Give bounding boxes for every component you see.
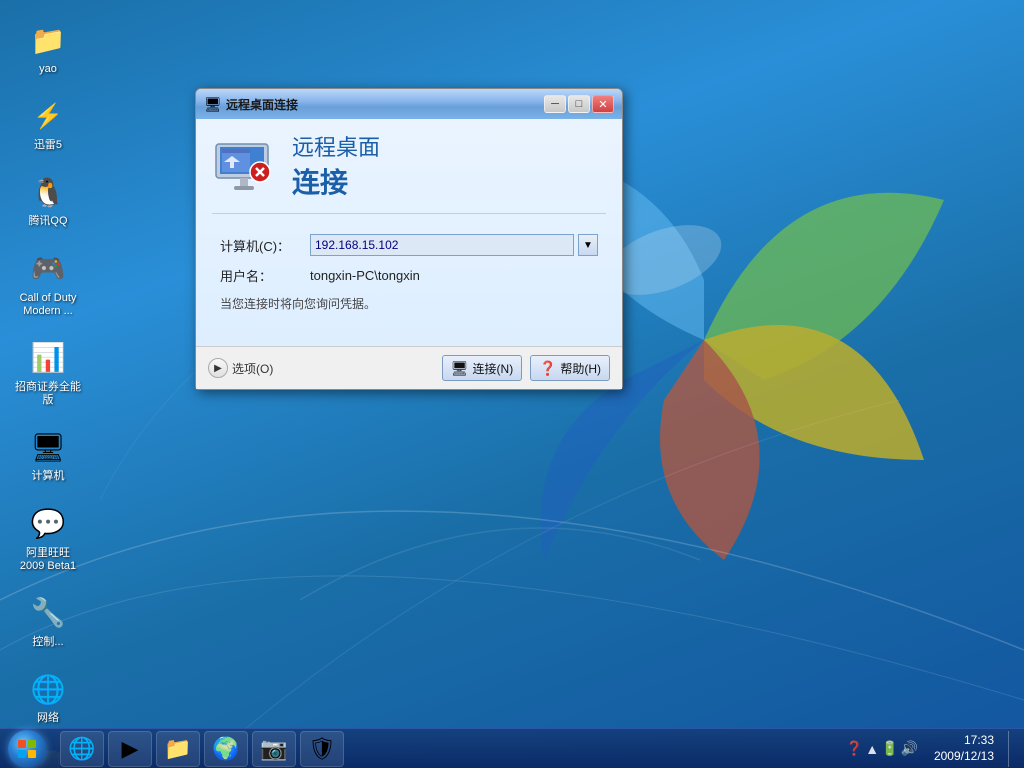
taskbar-explorer[interactable]: 📁 bbox=[156, 731, 200, 767]
form-note: 当您连接时将向您询问凭据。 bbox=[220, 295, 598, 312]
start-button[interactable] bbox=[0, 729, 54, 768]
dialog-maximize-button[interactable]: □ bbox=[568, 95, 590, 113]
clock-date: 2009/12/13 bbox=[934, 749, 994, 765]
system-tray: ❓ ▲ 🔋 🔊 17:33 2009/12/13 bbox=[834, 729, 1024, 768]
windows-logo-icon bbox=[16, 738, 38, 760]
cod-icon: 🎮 bbox=[28, 249, 68, 289]
help-button[interactable]: ❓ 帮助(H) bbox=[530, 355, 610, 381]
desktop-icon-control[interactable]: 🔧 控制... bbox=[8, 589, 88, 653]
computer-row: 计算机(C)： ▼ bbox=[220, 234, 598, 256]
help-label: 帮助(H) bbox=[560, 360, 601, 377]
desktop-icon-cod[interactable]: 🎮 Call of DutyModern ... bbox=[8, 245, 88, 322]
help-icon: ❓ bbox=[539, 360, 556, 377]
control-icon: 🔧 bbox=[28, 593, 68, 633]
zhaoshang-icon: 📊 bbox=[28, 338, 68, 378]
computer-input[interactable] bbox=[310, 234, 574, 256]
username-value: tongxin-PC\tongxin bbox=[310, 268, 420, 283]
yao-icon: 📁 bbox=[28, 20, 68, 60]
connect-button[interactable]: 🖥 连接(N) bbox=[442, 355, 522, 381]
dialog-controls: ─ □ ✕ bbox=[544, 95, 614, 113]
taskbar-camera[interactable]: 📷 bbox=[252, 731, 296, 767]
computer-icon: 🖥 bbox=[28, 427, 68, 467]
zhaoshang-label: 招商证券全能版 bbox=[15, 381, 81, 407]
dialog-header-line2: 连接 bbox=[292, 161, 380, 201]
desktop-icon-yao[interactable]: 📁 yao bbox=[8, 16, 88, 80]
taskbar-apps: 🌐 ▶ 📁 🌍 📷 🛡 bbox=[54, 729, 834, 768]
desktop: 📁 yao ⚡ 迅雷5 🐧 腾讯QQ 🎮 Call of DutyModern … bbox=[0, 0, 1024, 768]
dialog-body: 远程桌面 连接 计算机(C)： ▼ 用户名： to bbox=[196, 119, 622, 346]
computer-input-wrap: ▼ bbox=[310, 234, 598, 256]
taskbar-mediaplayer[interactable]: ▶ bbox=[108, 731, 152, 767]
network-label: 网络 bbox=[37, 712, 59, 725]
aliwangwang-icon: 💬 bbox=[28, 504, 68, 544]
taskbar-ie[interactable]: 🌐 bbox=[60, 731, 104, 767]
tray-arrow-icon[interactable]: ▲ bbox=[865, 741, 879, 757]
options-label: 选项(O) bbox=[232, 360, 273, 377]
tray-volume-icon[interactable]: 🔊 bbox=[901, 740, 918, 757]
dialog-header-text: 远程桌面 连接 bbox=[292, 135, 380, 201]
tray-icons: ❓ ▲ 🔋 🔊 bbox=[842, 740, 922, 757]
connect-icon: 🖥 bbox=[451, 360, 469, 377]
taskbar: 🌐 ▶ 📁 🌍 📷 🛡 ❓ ▲ 🔋 🔊 17:33 2009/12/13 bbox=[0, 728, 1024, 768]
desktop-icon-xunlei[interactable]: ⚡ 迅雷5 bbox=[8, 92, 88, 156]
monitor-icon bbox=[212, 136, 276, 200]
options-arrow-icon: ▶ bbox=[208, 358, 228, 378]
desktop-icon-network[interactable]: 🌐 网络 bbox=[8, 665, 88, 729]
dialog-close-button[interactable]: ✕ bbox=[592, 95, 614, 113]
taskbar-security[interactable]: 🛡 bbox=[300, 731, 344, 767]
desktop-icon-zhaoshang[interactable]: 📊 招商证券全能版 bbox=[8, 334, 88, 411]
dialog-header: 远程桌面 连接 bbox=[212, 135, 606, 214]
xunlei-label: 迅雷5 bbox=[34, 139, 62, 152]
username-row: 用户名： tongxin-PC\tongxin bbox=[220, 266, 598, 285]
aliwangwang-label: 阿里旺旺2009 Beta1 bbox=[20, 547, 76, 573]
control-label: 控制... bbox=[32, 636, 63, 649]
cod-label: Call of DutyModern ... bbox=[20, 292, 77, 318]
tray-network-icon[interactable]: 🔋 bbox=[881, 740, 898, 757]
desktop-icons-container: 📁 yao ⚡ 迅雷5 🐧 腾讯QQ 🎮 Call of DutyModern … bbox=[0, 0, 160, 768]
dialog-titlebar: 🖥 远程桌面连接 ─ □ ✕ bbox=[196, 89, 622, 119]
username-label: 用户名： bbox=[220, 266, 310, 285]
show-desktop-button[interactable] bbox=[1008, 731, 1016, 767]
dialog-footer: ▶ 选项(O) 🖥 连接(N) ❓ 帮助(H) bbox=[196, 346, 622, 389]
dialog-title-text: 远程桌面连接 bbox=[226, 96, 544, 113]
network-icon: 🌐 bbox=[28, 669, 68, 709]
qq-label: 腾讯QQ bbox=[28, 215, 67, 228]
desktop-icon-qq[interactable]: 🐧 腾讯QQ bbox=[8, 168, 88, 232]
taskbar-globe[interactable]: 🌍 bbox=[204, 731, 248, 767]
start-orb bbox=[8, 730, 46, 768]
xunlei-icon: ⚡ bbox=[28, 96, 68, 136]
computer-label: 计算机(C)： bbox=[220, 236, 310, 255]
dialog-title-icon: 🖥 bbox=[204, 96, 220, 112]
dialog-form: 计算机(C)： ▼ 用户名： tongxin-PC\tongxin 当您连接时将… bbox=[212, 230, 606, 330]
remote-desktop-dialog[interactable]: 🖥 远程桌面连接 ─ □ ✕ bbox=[195, 88, 623, 390]
qq-icon: 🐧 bbox=[28, 172, 68, 212]
yao-label: yao bbox=[39, 63, 57, 76]
dialog-minimize-button[interactable]: ─ bbox=[544, 95, 566, 113]
desktop-icon-aliwangwang[interactable]: 💬 阿里旺旺2009 Beta1 bbox=[8, 500, 88, 577]
dialog-header-line1: 远程桌面 bbox=[292, 135, 380, 161]
connect-label: 连接(N) bbox=[473, 360, 514, 377]
system-clock[interactable]: 17:33 2009/12/13 bbox=[926, 733, 1002, 764]
computer-label: 计算机 bbox=[32, 470, 65, 483]
options-button[interactable]: ▶ 选项(O) bbox=[208, 358, 273, 378]
action-buttons: 🖥 连接(N) ❓ 帮助(H) bbox=[442, 355, 610, 381]
clock-time: 17:33 bbox=[934, 733, 994, 749]
tray-help-icon[interactable]: ❓ bbox=[846, 740, 863, 757]
computer-dropdown[interactable]: ▼ bbox=[578, 234, 598, 256]
desktop-icon-computer[interactable]: 🖥 计算机 bbox=[8, 423, 88, 487]
